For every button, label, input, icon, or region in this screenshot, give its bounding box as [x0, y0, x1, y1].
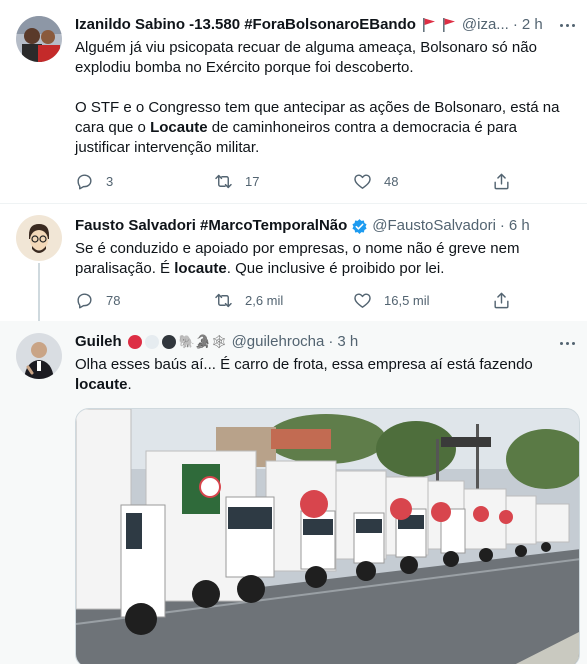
- emoji-icons: 🐘🐊🕸: [178, 334, 228, 349]
- timestamp[interactable]: 2 h: [522, 15, 543, 35]
- tweet-2[interactable]: Fausto Salvadori #MarcoTemporalNão @Faus…: [0, 205, 587, 323]
- share-icon: [494, 173, 509, 189]
- photo-trucks: [76, 409, 579, 664]
- black-circle-icon: [161, 335, 176, 349]
- share-button[interactable]: [492, 172, 511, 191]
- avatar[interactable]: [16, 215, 62, 261]
- text-run: Olha esses baús aí... É carro de frota, …: [75, 356, 533, 373]
- tweet-paragraph: Alguém já viu psicopata recuar de alguma…: [75, 39, 537, 76]
- author-name[interactable]: Fausto Salvadori #MarcoTemporalNão: [75, 216, 347, 236]
- text-run: .: [127, 376, 132, 393]
- white-circle-icon: [144, 335, 159, 349]
- verified-icon: [351, 218, 368, 235]
- separator-dot: ·: [512, 16, 518, 33]
- author-name[interactable]: Guileh: [75, 332, 122, 352]
- red-circle-icon: [127, 335, 142, 349]
- highlight-word: locaute: [75, 376, 128, 393]
- retweet-icon: [215, 293, 232, 307]
- like-count: 16,5 mil: [384, 292, 430, 308]
- tweet-text: Alguém já viu psicopata recuar de alguma…: [75, 38, 573, 158]
- tweet-header: Guileh 🐘🐊🕸 @guilehrocha · 3 h: [75, 332, 547, 352]
- like-icon: [354, 292, 371, 308]
- tweet-photo[interactable]: [75, 408, 580, 664]
- retweet-icon: [215, 174, 232, 188]
- highlight-word: locaute: [174, 260, 227, 277]
- like-button[interactable]: 16,5 mil: [353, 291, 463, 310]
- reply-icon: [77, 173, 92, 189]
- author-handle[interactable]: @iza...: [462, 15, 509, 35]
- reply-count: 78: [106, 292, 121, 308]
- retweet-button[interactable]: 2,6 mil: [214, 291, 324, 310]
- reply-button[interactable]: 3: [75, 172, 185, 191]
- author-handle[interactable]: @guilehrocha: [232, 332, 325, 352]
- reply-button[interactable]: 78: [75, 291, 185, 310]
- retweet-count: 2,6 mil: [245, 292, 284, 308]
- highlight-word: Locaute: [150, 119, 208, 136]
- like-icon: [354, 173, 371, 189]
- author-handle[interactable]: @FaustoSalvadori: [372, 216, 496, 236]
- author-name[interactable]: Izanildo Sabino -13.580 #ForaBolsonaroEB…: [75, 15, 416, 35]
- more-icon[interactable]: [557, 15, 577, 35]
- like-count: 48: [384, 173, 399, 189]
- tweet-actions: 3 17 48: [75, 171, 511, 191]
- text-run: . Que inclusive é proibido por lei.: [226, 260, 445, 277]
- retweet-count: 17: [245, 173, 260, 189]
- red-flag-icon: [442, 17, 456, 33]
- reply-icon: [77, 292, 92, 308]
- retweet-button[interactable]: 17: [214, 172, 324, 191]
- avatar[interactable]: [16, 16, 62, 62]
- tweet-1[interactable]: Izanildo Sabino -13.580 #ForaBolsonaroEB…: [0, 0, 587, 204]
- share-icon: [494, 292, 509, 308]
- tweet-3[interactable]: Guileh 🐘🐊🕸 @guilehrocha · 3 h Olha esses…: [0, 321, 587, 664]
- timestamp[interactable]: 3 h: [337, 332, 358, 352]
- tweet-text: Olha esses baús aí... É carro de frota, …: [75, 355, 573, 395]
- timestamp[interactable]: 6 h: [509, 216, 530, 236]
- thread-line: [38, 263, 40, 323]
- share-button[interactable]: [492, 291, 511, 310]
- tweet-header: Fausto Salvadori #MarcoTemporalNão @Faus…: [75, 216, 547, 236]
- tweet-actions: 78 2,6 mil 16,5 mil: [75, 290, 511, 310]
- avatar[interactable]: [16, 333, 62, 379]
- reply-count: 3: [106, 173, 114, 189]
- tweet-paragraph: O STF e o Congresso tem que antecipar as…: [75, 98, 573, 158]
- tweet-text: Se é conduzido e apoiado por empresas, o…: [75, 239, 573, 279]
- more-icon[interactable]: [557, 333, 577, 353]
- like-button[interactable]: 48: [353, 172, 463, 191]
- red-flag-icon: [422, 17, 436, 33]
- separator-dot: ·: [499, 217, 505, 234]
- tweet-header: Izanildo Sabino -13.580 #ForaBolsonaroEB…: [75, 15, 547, 35]
- separator-dot: ·: [328, 333, 334, 350]
